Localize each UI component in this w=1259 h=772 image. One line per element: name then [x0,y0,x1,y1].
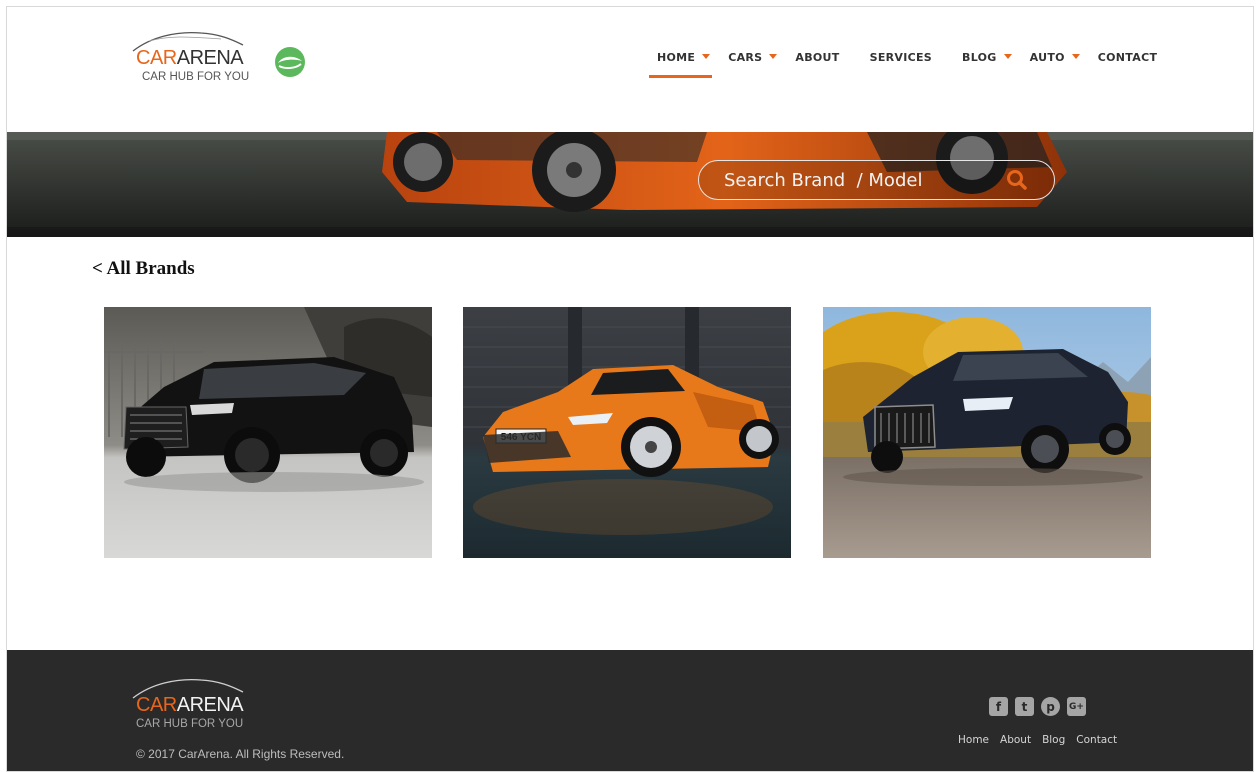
logo-tagline: CAR HUB FOR YOU [142,71,250,83]
site-logo[interactable]: CARARENA CAR HUB FOR YOU [131,25,251,91]
car-image-wagon [823,307,1151,558]
hero-car-image [7,132,1253,237]
site-footer: CARARENA CAR HUB FOR YOU © 2017 CarArena… [7,650,1253,771]
nav-item-services[interactable]: SERVICES [870,51,932,64]
footer-nav: Home About Blog Contact [958,734,1128,746]
nav-item-contact[interactable]: CONTACT [1098,51,1157,64]
car-card-sports[interactable]: 546 YCN [463,307,791,558]
copyright-text: © 2017 CarArena. All Rights Reserved. [136,747,345,761]
footer-link-home[interactable]: Home [958,734,989,746]
all-brands-link[interactable]: < All Brands [92,258,195,280]
logo-title: CARARENA [136,47,244,69]
search-icon[interactable] [1005,168,1029,192]
caret-down-icon [1071,53,1080,59]
footer-link-contact[interactable]: Contact [1076,734,1117,746]
main-nav: HOME CARS ABOUT SERVICES BLOG AUTO CONTA… [648,47,1175,78]
car-image-sports: 546 YCN [463,307,791,558]
google-plus-icon[interactable]: G+ [1067,697,1086,716]
footer-link-blog[interactable]: Blog [1042,734,1065,746]
footer-logo-title: CARARENA [136,694,244,716]
nav-item-blog[interactable]: BLOG [962,51,1012,64]
page-frame: CARARENA CAR HUB FOR YOU HOME CARS ABOUT… [6,6,1254,772]
nav-item-cars[interactable]: CARS [728,51,778,64]
pinterest-icon[interactable]: p [1041,697,1060,716]
search-input[interactable] [724,169,994,191]
car-image-suv [104,307,432,558]
social-links: f t p G+ [989,697,1093,716]
car-card-suv[interactable] [104,307,432,558]
footer-logo[interactable]: CARARENA CAR HUB FOR YOU [131,672,251,732]
nav-item-about[interactable]: ABOUT [795,51,839,64]
footer-logo-tagline: CAR HUB FOR YOU [136,718,244,730]
caret-down-icon [702,53,711,59]
nav-item-auto[interactable]: AUTO [1030,51,1080,64]
site-header: CARARENA CAR HUB FOR YOU HOME CARS ABOUT… [7,7,1253,132]
nav-item-home[interactable]: HOME [648,51,713,78]
search-box [698,160,1055,200]
twitter-icon[interactable]: t [1015,697,1034,716]
leaf-badge-icon [275,47,305,77]
car-card-wagon[interactable] [823,307,1151,558]
footer-link-about[interactable]: About [1000,734,1031,746]
hero-banner [7,132,1253,237]
facebook-icon[interactable]: f [989,697,1008,716]
caret-down-icon [769,53,778,59]
caret-down-icon [1003,53,1012,59]
